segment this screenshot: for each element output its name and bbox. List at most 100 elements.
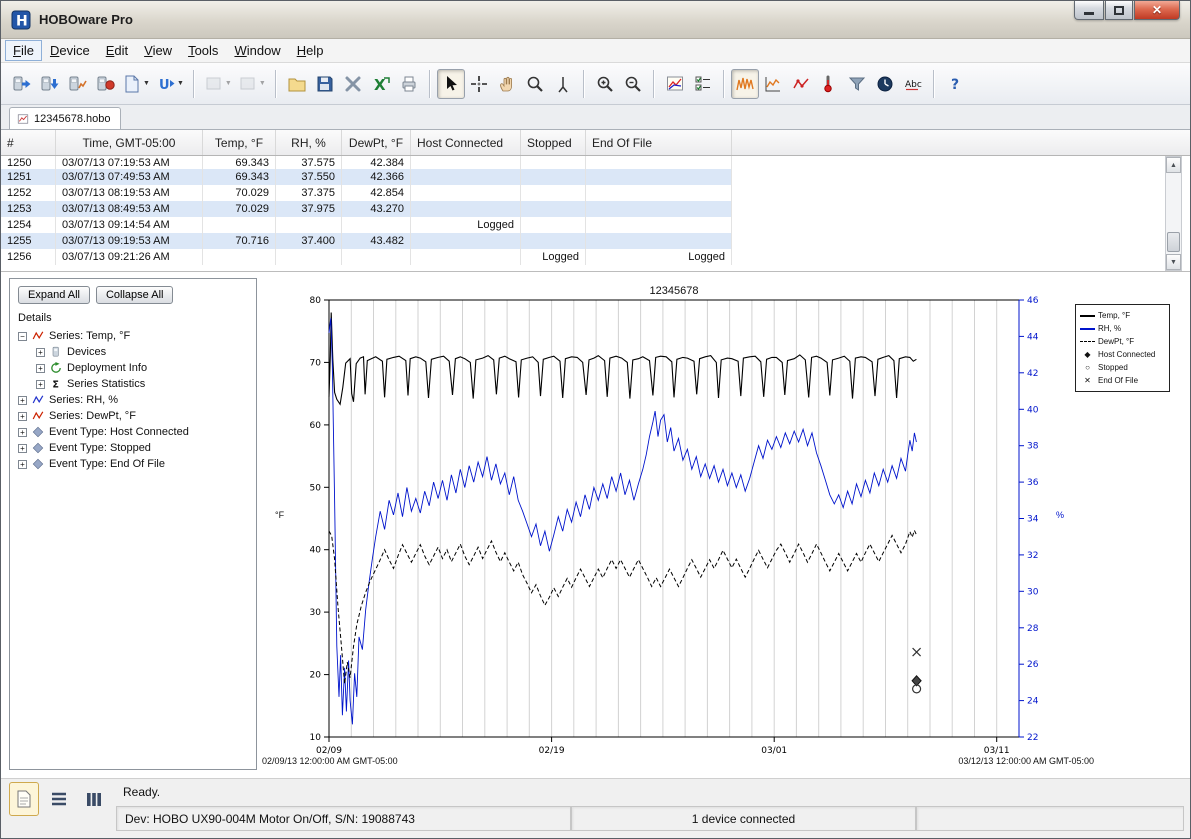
minimize-button[interactable] bbox=[1074, 1, 1104, 20]
expand-node-icon[interactable]: + bbox=[18, 428, 27, 437]
expand-node-icon[interactable]: + bbox=[36, 364, 45, 373]
help-icon: ? bbox=[945, 74, 965, 94]
expand-node-icon[interactable]: + bbox=[36, 348, 45, 357]
plot-canvas[interactable]: 1020304050607080222426283032343638404244… bbox=[259, 272, 1186, 777]
svg-text:30: 30 bbox=[1027, 587, 1039, 597]
cell-temp bbox=[203, 217, 276, 233]
table-row[interactable]: 125603/07/13 09:21:26 AMLoggedLogged bbox=[1, 249, 732, 265]
close-button[interactable]: ✕ bbox=[1134, 1, 1180, 20]
column-header-temp[interactable]: Temp, °F bbox=[203, 130, 276, 155]
plot-properties-button[interactable] bbox=[661, 69, 689, 99]
expand-node-icon[interactable]: + bbox=[18, 444, 27, 453]
column-header-dewpt[interactable]: DewPt, °F bbox=[342, 130, 411, 155]
export-data-button[interactable]: X bbox=[367, 69, 395, 99]
plot-svg[interactable]: 1020304050607080222426283032343638404244… bbox=[259, 272, 1186, 777]
maximize-button[interactable] bbox=[1105, 1, 1133, 20]
table-row[interactable]: 125503/07/13 09:19:53 AM70.71637.40043.4… bbox=[1, 233, 732, 249]
pointer-tool-button[interactable] bbox=[437, 69, 465, 99]
mark-points-button[interactable] bbox=[787, 69, 815, 99]
toolbar-separator bbox=[933, 70, 935, 98]
tree-item[interactable]: +ΣSeries Statistics bbox=[18, 376, 256, 392]
expand-all-button[interactable]: Expand All bbox=[18, 286, 90, 304]
expand-node-icon[interactable]: + bbox=[18, 396, 27, 405]
list-icon bbox=[49, 789, 69, 809]
split-view-button[interactable] bbox=[79, 782, 109, 816]
plot-view-button[interactable] bbox=[9, 782, 39, 816]
crosshair-tool-button[interactable] bbox=[465, 69, 493, 99]
recent-files-menu-icon bbox=[122, 74, 142, 94]
menu-window[interactable]: Window bbox=[226, 40, 288, 61]
cell-stopped bbox=[521, 233, 586, 249]
stop-device-button[interactable] bbox=[91, 69, 119, 99]
shift-time-button[interactable] bbox=[871, 69, 899, 99]
select-series-button[interactable] bbox=[689, 69, 717, 99]
app-window: H HOBOware Pro ✕ FileDeviceEditViewTools… bbox=[0, 0, 1191, 839]
cell-temp bbox=[203, 249, 276, 265]
save-file-button[interactable] bbox=[311, 69, 339, 99]
column-header-host[interactable]: Host Connected bbox=[411, 130, 521, 155]
table-row[interactable]: 125403/07/13 09:14:54 AMLogged bbox=[1, 217, 732, 233]
collapse-node-icon[interactable]: − bbox=[18, 332, 27, 341]
cell-rh bbox=[276, 249, 342, 265]
menu-help[interactable]: Help bbox=[289, 40, 332, 61]
menu-tools[interactable]: Tools bbox=[180, 40, 226, 61]
open-file-button[interactable] bbox=[283, 69, 311, 99]
expand-node-icon[interactable]: + bbox=[18, 412, 27, 421]
overlay-plots-button[interactable] bbox=[759, 69, 787, 99]
table-view-button[interactable] bbox=[44, 782, 74, 816]
column-header-time[interactable]: Time, GMT-05:00 bbox=[56, 130, 203, 155]
tree-item[interactable]: +Event Type: Stopped bbox=[18, 440, 256, 456]
cell-time: 03/07/13 09:21:26 AM bbox=[56, 249, 203, 265]
tree-item[interactable]: +Event Type: Host Connected bbox=[18, 424, 256, 440]
zoom-in-button[interactable] bbox=[591, 69, 619, 99]
cell-dewpt: 43.270 bbox=[342, 201, 411, 217]
tab-datafile[interactable]: 12345678.hobo bbox=[9, 107, 121, 129]
help-button[interactable]: ? bbox=[941, 69, 969, 99]
plot-device-data-button[interactable] bbox=[63, 69, 91, 99]
scroll-down-button[interactable]: ▼ bbox=[1166, 254, 1181, 270]
expand-node-icon[interactable]: + bbox=[18, 460, 27, 469]
filter-series-button[interactable] bbox=[843, 69, 871, 99]
tree-item[interactable]: +Series: DewPt, °F bbox=[18, 408, 256, 424]
column-header-rh[interactable]: RH, % bbox=[276, 130, 342, 155]
table-row[interactable]: 125203/07/13 08:19:53 AM70.02937.37542.8… bbox=[1, 185, 732, 201]
table-row[interactable]: 125003/07/13 07:19:53 AM69.34337.57542.3… bbox=[1, 156, 732, 169]
column-header-eof[interactable]: End Of File bbox=[586, 130, 732, 155]
print-button[interactable] bbox=[395, 69, 423, 99]
tree-item[interactable]: +Event Type: End Of File bbox=[18, 456, 256, 472]
convert-units-button[interactable] bbox=[815, 69, 843, 99]
zoom-tool-button[interactable] bbox=[521, 69, 549, 99]
column-header-num[interactable]: # bbox=[1, 130, 56, 155]
expand-node-icon[interactable]: + bbox=[36, 380, 45, 389]
table-row[interactable]: 125303/07/13 08:49:53 AM70.02937.97543.2… bbox=[1, 201, 732, 217]
smart-cursor-tool-button[interactable] bbox=[549, 69, 577, 99]
scroll-up-button[interactable]: ▲ bbox=[1166, 157, 1181, 173]
tree-item[interactable]: +Series: RH, % bbox=[18, 392, 256, 408]
view-plot-button[interactable] bbox=[731, 69, 759, 99]
table-row[interactable]: 125103/07/13 07:49:53 AM69.34337.55042.3… bbox=[1, 169, 732, 185]
readout-device-button[interactable] bbox=[35, 69, 63, 99]
cell-eof bbox=[586, 185, 732, 201]
menu-view[interactable]: View bbox=[136, 40, 180, 61]
tree-item[interactable]: +Devices bbox=[18, 344, 256, 360]
device-intervals-menu-button[interactable]: U▼ bbox=[153, 69, 187, 99]
menu-edit[interactable]: Edit bbox=[98, 40, 136, 61]
annotate-icon: Abc bbox=[903, 74, 923, 94]
close-file-button[interactable] bbox=[339, 69, 367, 99]
tree-series-red-icon bbox=[31, 410, 45, 422]
column-header-stopped[interactable]: Stopped bbox=[521, 130, 586, 155]
tree-item[interactable]: +Deployment Info bbox=[18, 360, 256, 376]
tree-item[interactable]: −Series: Temp, °F bbox=[18, 328, 256, 344]
titlebar[interactable]: H HOBOware Pro ✕ bbox=[1, 1, 1190, 39]
launch-device-button[interactable] bbox=[7, 69, 35, 99]
recent-files-menu-button[interactable]: ▼ bbox=[119, 69, 153, 99]
svg-text:40: 40 bbox=[310, 546, 322, 556]
scrollbar-thumb[interactable] bbox=[1167, 232, 1180, 252]
collapse-all-button[interactable]: Collapse All bbox=[96, 286, 173, 304]
zoom-out-button[interactable] bbox=[619, 69, 647, 99]
menu-device[interactable]: Device bbox=[42, 40, 98, 61]
annotate-button[interactable]: Abc bbox=[899, 69, 927, 99]
menu-file[interactable]: File bbox=[5, 40, 42, 61]
pan-tool-button[interactable] bbox=[493, 69, 521, 99]
table-scrollbar[interactable]: ▲ ▼ bbox=[1165, 156, 1182, 271]
